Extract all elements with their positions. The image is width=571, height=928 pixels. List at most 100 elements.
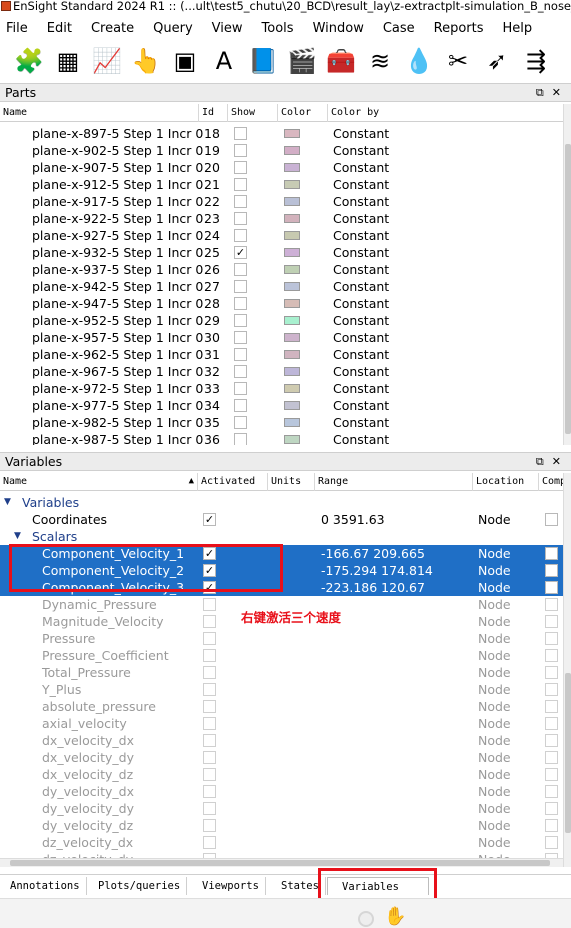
part-color-swatch[interactable] bbox=[284, 435, 300, 444]
part-color-by[interactable]: Constant bbox=[333, 176, 389, 193]
menu-help[interactable]: Help bbox=[503, 21, 533, 36]
part-color-by[interactable]: Constant bbox=[333, 414, 389, 431]
variables-scrollbar[interactable] bbox=[563, 473, 571, 867]
close-panel-icon[interactable]: ✕ bbox=[552, 86, 569, 99]
part-row[interactable]: plane-x-962-5 Step 1 Incr 0 31 Constant bbox=[0, 346, 563, 363]
part-show-checkbox[interactable] bbox=[234, 382, 247, 395]
part-color-swatch[interactable] bbox=[284, 214, 300, 223]
part-color-by[interactable]: Constant bbox=[333, 431, 389, 445]
complex-checkbox[interactable] bbox=[545, 700, 558, 713]
complex-checkbox[interactable] bbox=[545, 666, 558, 679]
variable-row[interactable]: Total_Pressure Node bbox=[0, 664, 563, 681]
part-color-by[interactable]: Constant bbox=[333, 278, 389, 295]
part-color-swatch[interactable] bbox=[284, 180, 300, 189]
complex-checkbox[interactable] bbox=[545, 768, 558, 781]
parts-puzzle-icon[interactable]: 🧩 bbox=[12, 43, 46, 79]
part-color-by[interactable]: Constant bbox=[333, 397, 389, 414]
complex-checkbox[interactable] bbox=[545, 598, 558, 611]
activated-checkbox[interactable] bbox=[203, 632, 216, 645]
part-show-checkbox[interactable] bbox=[234, 212, 247, 225]
book-icon[interactable]: 📘 bbox=[246, 43, 280, 79]
complex-checkbox[interactable] bbox=[545, 819, 558, 832]
color-palette-icon[interactable]: ▣ bbox=[168, 43, 202, 79]
complex-checkbox[interactable] bbox=[545, 513, 558, 526]
activated-checkbox[interactable] bbox=[203, 819, 216, 832]
part-show-checkbox[interactable] bbox=[234, 178, 247, 191]
parts-scrollbar-thumb[interactable] bbox=[565, 144, 571, 434]
part-show-checkbox[interactable] bbox=[234, 314, 247, 327]
part-color-swatch[interactable] bbox=[284, 350, 300, 359]
variable-row[interactable]: Pressure Node bbox=[0, 630, 563, 647]
clapperboard-icon[interactable]: 🎬 bbox=[285, 43, 319, 79]
part-color-swatch[interactable] bbox=[284, 197, 300, 206]
col-units[interactable]: Units bbox=[268, 473, 315, 491]
variable-row[interactable]: dx_velocity_dx Node bbox=[0, 732, 563, 749]
part-row[interactable]: plane-x-937-5 Step 1 Incr 0 26 Constant bbox=[0, 261, 563, 278]
complex-checkbox[interactable] bbox=[545, 615, 558, 628]
pointer-hand-icon[interactable]: ✋ bbox=[384, 906, 406, 927]
col-location[interactable]: Location bbox=[473, 473, 539, 491]
float-panel-icon[interactable]: ⧉ bbox=[536, 86, 552, 99]
part-color-swatch[interactable] bbox=[284, 316, 300, 325]
part-show-checkbox[interactable] bbox=[234, 399, 247, 412]
part-color-by[interactable]: Constant bbox=[333, 159, 389, 176]
menu-reports[interactable]: Reports bbox=[434, 21, 484, 36]
part-row[interactable]: plane-x-942-5 Step 1 Incr 0 27 Constant bbox=[0, 278, 563, 295]
part-color-swatch[interactable] bbox=[284, 333, 300, 342]
part-show-checkbox[interactable] bbox=[234, 127, 247, 140]
part-color-swatch[interactable] bbox=[284, 282, 300, 291]
part-row[interactable]: plane-x-907-5 Step 1 Incr 0 20 Constant bbox=[0, 159, 563, 176]
activated-checkbox[interactable]: ✓ bbox=[203, 513, 216, 526]
part-color-by[interactable]: Constant bbox=[333, 380, 389, 397]
part-show-checkbox[interactable] bbox=[234, 348, 247, 361]
parts-scrollbar[interactable] bbox=[563, 104, 571, 445]
part-row[interactable]: plane-x-957-5 Step 1 Incr 0 30 Constant bbox=[0, 329, 563, 346]
part-color-by[interactable]: Constant bbox=[333, 125, 389, 142]
variable-row[interactable]: dz_velocity_dx Node bbox=[0, 834, 563, 851]
part-color-swatch[interactable] bbox=[284, 384, 300, 393]
scissors-icon[interactable]: ✂ bbox=[441, 43, 475, 79]
variable-row[interactable]: Pressure_Coefficient Node bbox=[0, 647, 563, 664]
activated-checkbox[interactable] bbox=[203, 785, 216, 798]
menu-view[interactable]: View bbox=[212, 21, 243, 36]
variable-row[interactable]: dy_velocity_dx Node bbox=[0, 783, 563, 800]
variables-hscroll-thumb[interactable] bbox=[10, 860, 550, 866]
part-show-checkbox[interactable] bbox=[234, 365, 247, 378]
activated-checkbox[interactable] bbox=[203, 836, 216, 849]
complex-checkbox[interactable] bbox=[545, 649, 558, 662]
complex-checkbox[interactable] bbox=[545, 751, 558, 764]
record-icon[interactable] bbox=[358, 911, 374, 927]
variable-row[interactable]: absolute_pressure Node bbox=[0, 698, 563, 715]
vector-arrows-icon[interactable]: ➶ bbox=[480, 43, 514, 79]
part-color-by[interactable]: Constant bbox=[333, 295, 389, 312]
part-show-checkbox[interactable] bbox=[234, 263, 247, 276]
col-comp[interactable]: Comp bbox=[539, 473, 563, 491]
variable-row[interactable]: Coordinates ✓ 0 3591.63 Node bbox=[0, 511, 563, 528]
complex-checkbox[interactable] bbox=[545, 581, 558, 594]
menu-case[interactable]: Case bbox=[383, 21, 415, 36]
activated-checkbox[interactable] bbox=[203, 683, 216, 696]
menu-query[interactable]: Query bbox=[153, 21, 193, 36]
col-activated[interactable]: Activated bbox=[198, 473, 268, 491]
part-row[interactable]: plane-x-977-5 Step 1 Incr 0 34 Constant bbox=[0, 397, 563, 414]
part-color-swatch[interactable] bbox=[284, 367, 300, 376]
part-show-checkbox[interactable] bbox=[234, 144, 247, 157]
part-show-checkbox[interactable] bbox=[234, 433, 247, 445]
col-id[interactable]: Id bbox=[199, 104, 228, 122]
part-color-swatch[interactable] bbox=[284, 248, 300, 257]
activated-checkbox[interactable] bbox=[203, 717, 216, 730]
variable-row[interactable]: dx_velocity_dy Node bbox=[0, 749, 563, 766]
part-color-swatch[interactable] bbox=[284, 146, 300, 155]
part-row[interactable]: plane-x-902-5 Step 1 Incr 0 19 Constant bbox=[0, 142, 563, 159]
menu-create[interactable]: Create bbox=[91, 21, 134, 36]
float-panel-icon[interactable]: ⧉ bbox=[536, 455, 552, 468]
complex-checkbox[interactable] bbox=[545, 547, 558, 560]
variables-scrollbar-thumb[interactable] bbox=[565, 673, 571, 833]
part-row[interactable]: plane-x-982-5 Step 1 Incr 0 35 Constant bbox=[0, 414, 563, 431]
part-row[interactable]: plane-x-927-5 Step 1 Incr 0 24 Constant bbox=[0, 227, 563, 244]
tree-group-row[interactable]: ▼ Scalars bbox=[0, 528, 563, 545]
activated-checkbox[interactable] bbox=[203, 768, 216, 781]
part-show-checkbox[interactable] bbox=[234, 331, 247, 344]
part-show-checkbox[interactable] bbox=[234, 297, 247, 310]
contour-icon[interactable]: ≋ bbox=[363, 43, 397, 79]
